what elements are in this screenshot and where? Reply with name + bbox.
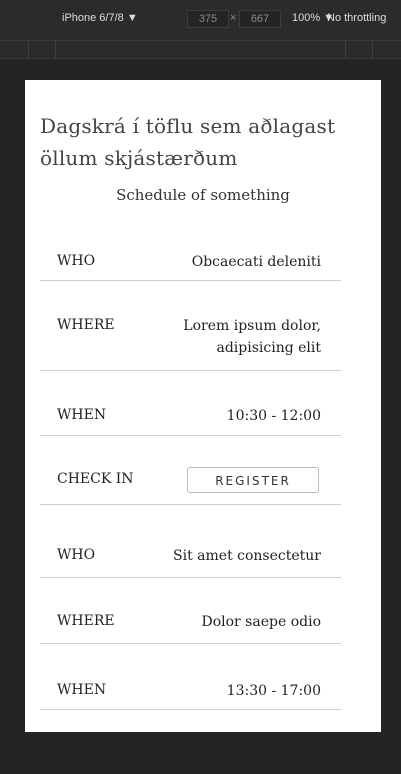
row-label: WHERE <box>57 613 115 629</box>
row-label: CHECK IN <box>57 471 134 487</box>
devtools-toolbar: iPhone 6/7/8 ▼ 375 × 667 100% ▼ No throt… <box>0 0 401 40</box>
ruler-segment <box>345 41 346 58</box>
device-select[interactable]: iPhone 6/7/8 ▼ <box>62 12 138 24</box>
page-title: Dagskrá í töflu sem aðlagast öllum skjás… <box>40 114 336 170</box>
ruler-segment <box>28 41 29 58</box>
schedule-table: WHO Obcaecati deleniti WHERE Lorem ipsum… <box>40 225 341 710</box>
register-button[interactable]: REGISTER <box>187 467 319 493</box>
table-row: WHERE Dolor saepe odio <box>40 578 341 644</box>
ruler-segment <box>55 41 56 58</box>
height-input[interactable]: 667 <box>239 10 281 28</box>
row-label: WHERE <box>57 317 115 333</box>
media-query-ruler[interactable] <box>0 40 401 59</box>
row-label: WHO <box>57 547 96 563</box>
width-input[interactable]: 375 <box>187 10 229 28</box>
row-value: 13:30 - 17:00 <box>226 683 321 699</box>
table-row: WHO Sit amet consectetur <box>40 505 341 578</box>
row-label: WHO <box>57 253 96 269</box>
table-row: WHEN 10:30 - 12:00 <box>40 371 341 436</box>
row-value: 10:30 - 12:00 <box>226 408 321 424</box>
dimension-separator: × <box>230 12 237 24</box>
table-row: WHERE Lorem ipsum dolor, adipisicing eli… <box>40 281 341 371</box>
row-value: Dolor saepe odio <box>201 614 321 630</box>
device-viewport: Dagskrá í töflu sem aðlagast öllum skjás… <box>25 80 381 732</box>
row-value: Lorem ipsum dolor, adipisicing elit <box>183 318 321 356</box>
row-value: Obcaecati deleniti <box>191 254 321 270</box>
row-label: WHEN <box>57 407 107 423</box>
table-row: WHO Obcaecati deleniti <box>40 225 341 281</box>
table-row: WHEN 13:30 - 17:00 <box>40 644 341 710</box>
ruler-segment <box>372 41 373 58</box>
row-label: WHEN <box>57 682 107 698</box>
row-value: Sit amet consectetur <box>173 548 321 564</box>
device-toolbar-row: iPhone 6/7/8 ▼ 375 × 667 100% ▼ No throt… <box>0 9 401 31</box>
table-row: CHECK IN REGISTER <box>40 436 341 505</box>
throttling-select[interactable]: No throttling <box>327 12 386 24</box>
schedule-caption: Schedule of something <box>116 186 290 204</box>
